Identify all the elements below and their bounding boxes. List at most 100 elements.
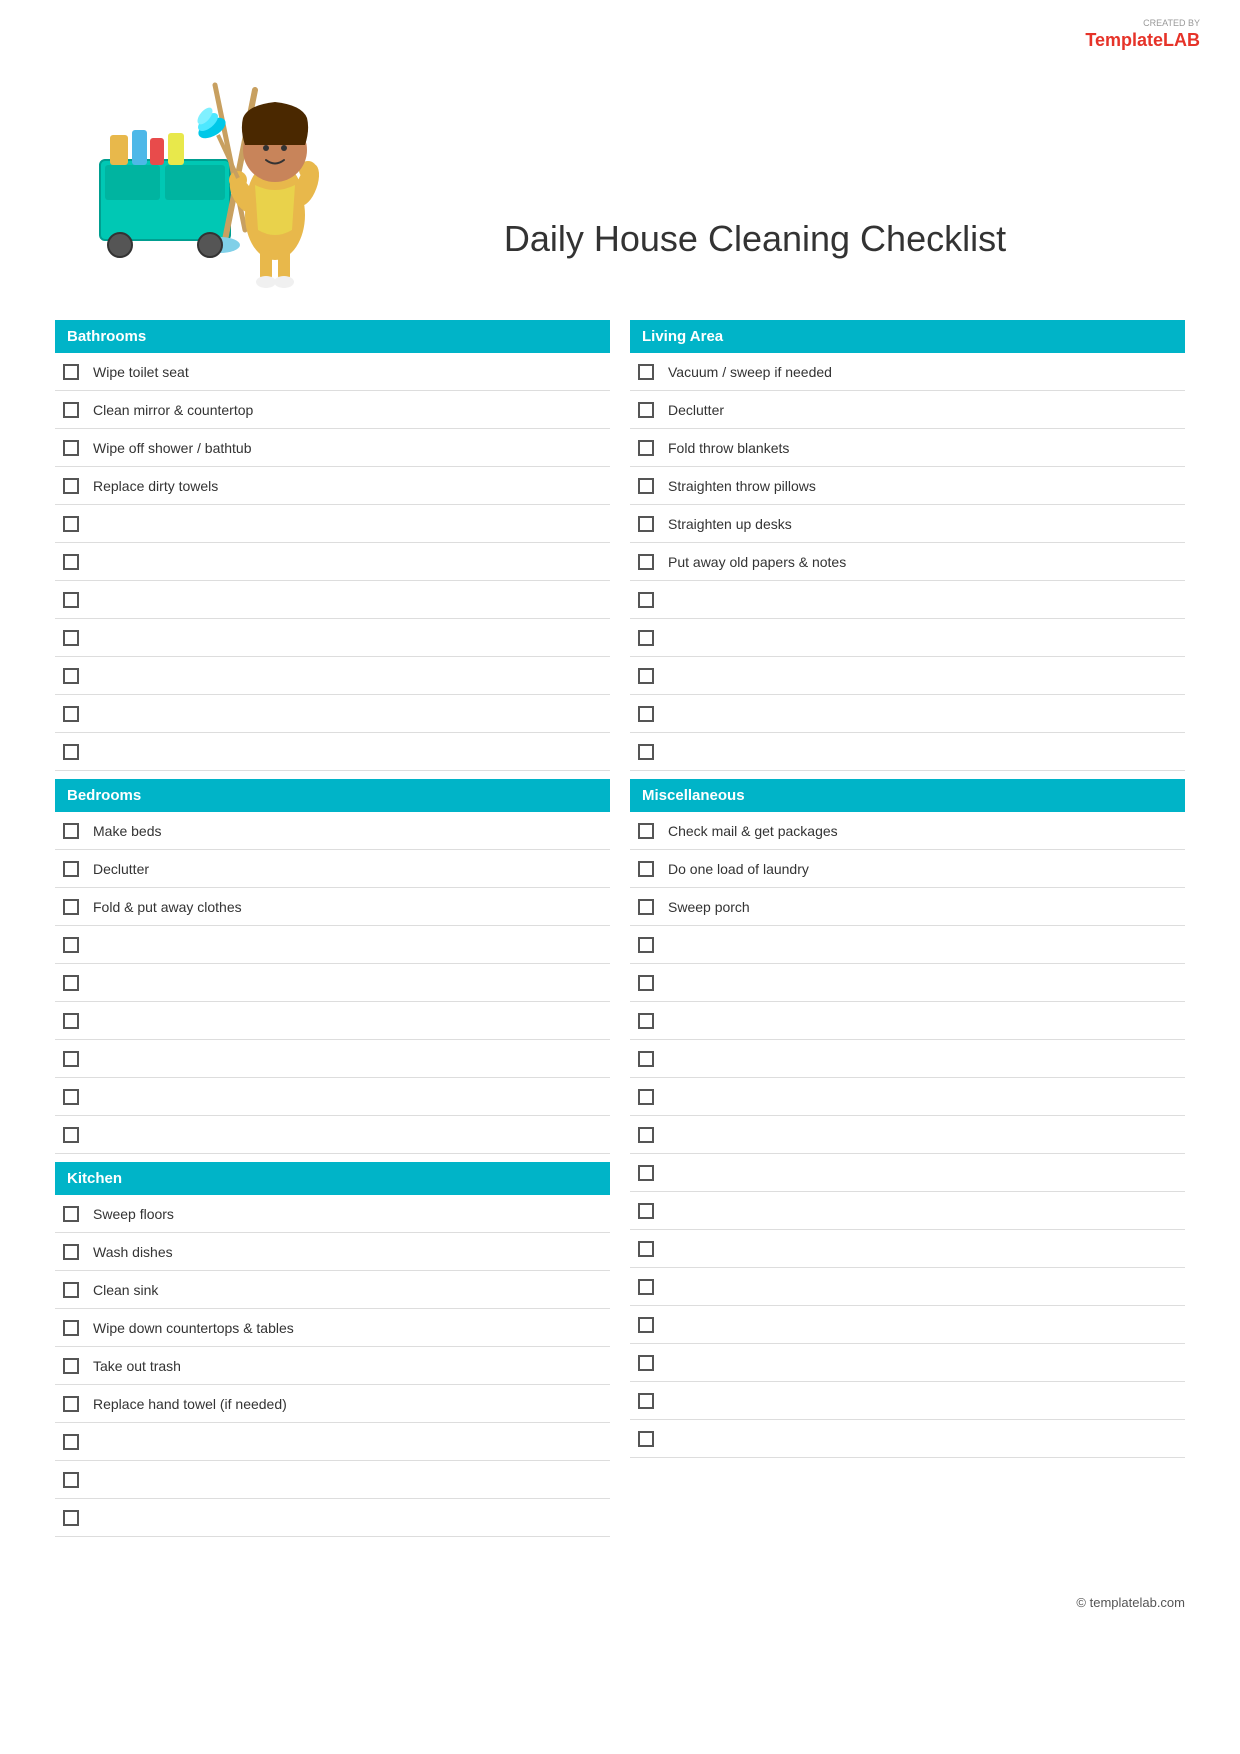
checkbox[interactable] — [638, 440, 654, 456]
checkbox[interactable] — [63, 1089, 79, 1105]
checklist-item[interactable]: Wipe toilet seat — [55, 353, 610, 391]
checklist-item[interactable] — [630, 1192, 1185, 1230]
checkbox[interactable] — [63, 1206, 79, 1222]
checklist-item[interactable]: Clean mirror & countertop — [55, 391, 610, 429]
checklist-item[interactable] — [630, 1230, 1185, 1268]
checkbox[interactable] — [63, 1320, 79, 1336]
checkbox[interactable] — [63, 1510, 79, 1526]
checkbox[interactable] — [638, 592, 654, 608]
checkbox[interactable] — [63, 706, 79, 722]
checkbox[interactable] — [638, 364, 654, 380]
checkbox[interactable] — [638, 1165, 654, 1181]
checkbox[interactable] — [63, 440, 79, 456]
checklist-item[interactable]: Wash dishes — [55, 1233, 610, 1271]
checklist-item[interactable]: Sweep floors — [55, 1195, 610, 1233]
checkbox[interactable] — [638, 823, 654, 839]
checkbox[interactable] — [638, 706, 654, 722]
checklist-item[interactable]: Wipe off shower / bathtub — [55, 429, 610, 467]
checkbox[interactable] — [638, 668, 654, 684]
checklist-item[interactable] — [630, 1002, 1185, 1040]
checklist-item[interactable]: Sweep porch — [630, 888, 1185, 926]
checkbox[interactable] — [638, 1089, 654, 1105]
checkbox[interactable] — [638, 1393, 654, 1409]
checklist-item[interactable]: Wipe down countertops & tables — [55, 1309, 610, 1347]
checklist-item[interactable] — [630, 1306, 1185, 1344]
checkbox[interactable] — [63, 899, 79, 915]
checkbox[interactable] — [63, 516, 79, 532]
checkbox[interactable] — [638, 899, 654, 915]
checkbox[interactable] — [63, 478, 79, 494]
checkbox[interactable] — [638, 1051, 654, 1067]
checklist-item[interactable]: Declutter — [55, 850, 610, 888]
checklist-item[interactable] — [55, 1002, 610, 1040]
checkbox[interactable] — [638, 1241, 654, 1257]
checklist-item[interactable]: Straighten up desks — [630, 505, 1185, 543]
checkbox[interactable] — [638, 516, 654, 532]
checkbox[interactable] — [638, 975, 654, 991]
checkbox[interactable] — [638, 1279, 654, 1295]
checkbox[interactable] — [63, 861, 79, 877]
checkbox[interactable] — [638, 402, 654, 418]
checklist-item[interactable]: Replace hand towel (if needed) — [55, 1385, 610, 1423]
checklist-item[interactable] — [630, 964, 1185, 1002]
checklist-item[interactable] — [630, 1078, 1185, 1116]
checkbox[interactable] — [63, 1244, 79, 1260]
checklist-item[interactable] — [55, 964, 610, 1002]
checkbox[interactable] — [63, 1358, 79, 1374]
checkbox[interactable] — [63, 1051, 79, 1067]
checklist-item[interactable] — [55, 733, 610, 771]
checkbox[interactable] — [638, 1431, 654, 1447]
checkbox[interactable] — [63, 1282, 79, 1298]
checkbox[interactable] — [638, 1317, 654, 1333]
checkbox[interactable] — [638, 1127, 654, 1143]
checklist-item[interactable]: Fold & put away clothes — [55, 888, 610, 926]
checkbox[interactable] — [63, 668, 79, 684]
checklist-item[interactable]: Make beds — [55, 812, 610, 850]
checklist-item[interactable] — [55, 926, 610, 964]
checklist-item[interactable]: Take out trash — [55, 1347, 610, 1385]
checklist-item[interactable] — [630, 1154, 1185, 1192]
checklist-item[interactable]: Straighten throw pillows — [630, 467, 1185, 505]
checklist-item[interactable] — [630, 733, 1185, 771]
checkbox[interactable] — [638, 478, 654, 494]
checklist-item[interactable] — [630, 657, 1185, 695]
checklist-item[interactable] — [55, 1423, 610, 1461]
checkbox[interactable] — [63, 592, 79, 608]
checkbox[interactable] — [63, 554, 79, 570]
checklist-item[interactable] — [55, 619, 610, 657]
checklist-item[interactable] — [630, 1344, 1185, 1382]
checklist-item[interactable] — [55, 505, 610, 543]
checklist-item[interactable]: Do one load of laundry — [630, 850, 1185, 888]
checklist-item[interactable] — [630, 695, 1185, 733]
checklist-item[interactable] — [55, 1461, 610, 1499]
checklist-item[interactable] — [630, 619, 1185, 657]
checklist-item[interactable] — [55, 657, 610, 695]
checkbox[interactable] — [638, 861, 654, 877]
checkbox[interactable] — [63, 975, 79, 991]
checkbox[interactable] — [63, 823, 79, 839]
checkbox[interactable] — [63, 937, 79, 953]
checklist-item[interactable]: Fold throw blankets — [630, 429, 1185, 467]
checklist-item[interactable]: Check mail & get packages — [630, 812, 1185, 850]
checkbox[interactable] — [638, 1013, 654, 1029]
checkbox[interactable] — [63, 1013, 79, 1029]
checkbox[interactable] — [63, 364, 79, 380]
checklist-item[interactable] — [630, 1420, 1185, 1458]
checkbox[interactable] — [638, 937, 654, 953]
checklist-item[interactable] — [55, 1078, 610, 1116]
checkbox[interactable] — [638, 630, 654, 646]
checkbox[interactable] — [63, 744, 79, 760]
checklist-item[interactable] — [55, 581, 610, 619]
checkbox[interactable] — [63, 630, 79, 646]
checkbox[interactable] — [63, 1127, 79, 1143]
checklist-item[interactable] — [630, 581, 1185, 619]
checklist-item[interactable] — [630, 1040, 1185, 1078]
checklist-item[interactable] — [630, 926, 1185, 964]
checklist-item[interactable] — [630, 1382, 1185, 1420]
checklist-item[interactable] — [630, 1268, 1185, 1306]
checkbox[interactable] — [63, 1434, 79, 1450]
checklist-item[interactable] — [55, 1116, 610, 1154]
checklist-item[interactable] — [630, 1116, 1185, 1154]
checklist-item[interactable] — [55, 695, 610, 733]
checkbox[interactable] — [638, 744, 654, 760]
